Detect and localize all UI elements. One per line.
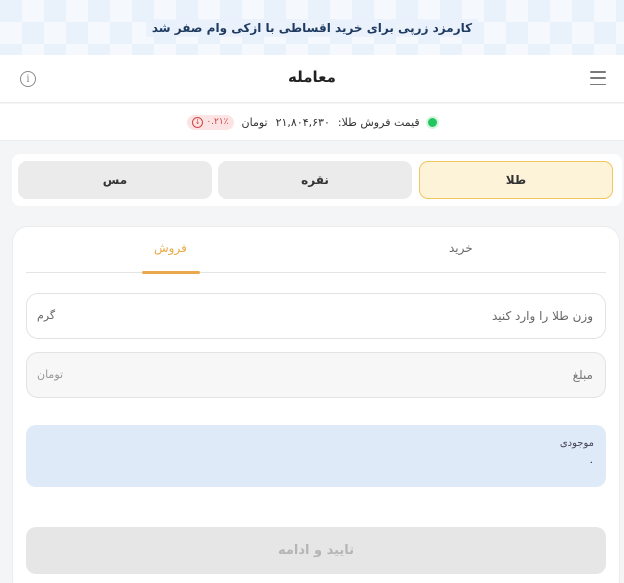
price-label: قیمت فروش طلا: [337, 115, 420, 129]
confirm-button[interactable]: تایید و ادامه [26, 527, 606, 574]
balance-box: موجودی ۰ [26, 425, 606, 487]
live-status-dot [427, 117, 437, 127]
metal-tab-silver[interactable]: نقره [218, 161, 412, 199]
balance-label: موجودی [559, 438, 594, 449]
weight-field: گرم [26, 293, 606, 339]
promo-banner-text: کارمزد زرپی برای خرید اقساطی با ازکی وام… [145, 18, 479, 37]
price-change-value: ۰.۲۱٪ [206, 117, 229, 127]
balance-value: ۰ [588, 457, 594, 468]
amount-input[interactable] [73, 353, 593, 397]
promo-banner[interactable]: کارمزد زرپی برای خرید اقساطی با ازکی وام… [0, 0, 624, 55]
amount-field: تومان [26, 352, 606, 398]
metal-tab-gold[interactable]: طلا [419, 161, 613, 199]
metal-selector: طلا نقره مس [12, 154, 622, 206]
trade-tabs: خرید فروش [26, 227, 606, 274]
tab-buy[interactable]: خرید [449, 241, 473, 255]
weight-input[interactable] [73, 294, 593, 338]
weight-unit: گرم [37, 309, 56, 322]
tab-sell[interactable]: فروش [154, 241, 187, 255]
info-icon[interactable]: i [20, 71, 36, 87]
down-arrow-circle-icon: ↓ [192, 116, 204, 128]
price-value: ۲۱,۸۰۴,۶۳۰ [275, 115, 330, 129]
metal-tab-copper[interactable]: مس [18, 161, 212, 199]
active-tab-indicator [142, 271, 200, 274]
gold-price-bar: قیمت فروش طلا: ۲۱,۸۰۴,۶۳۰ تومان ↓ ۰.۲۱٪ [0, 104, 624, 141]
price-change-badge: ↓ ۰.۲۱٪ [187, 114, 234, 130]
page-title: معامله [288, 68, 336, 86]
price-unit: تومان [241, 115, 268, 129]
trade-card: خرید فروش گرم تومان موجودی ۰ تایید و ادا… [12, 226, 620, 583]
amount-unit: تومان [37, 368, 64, 381]
app-header: معامله i [0, 55, 624, 103]
